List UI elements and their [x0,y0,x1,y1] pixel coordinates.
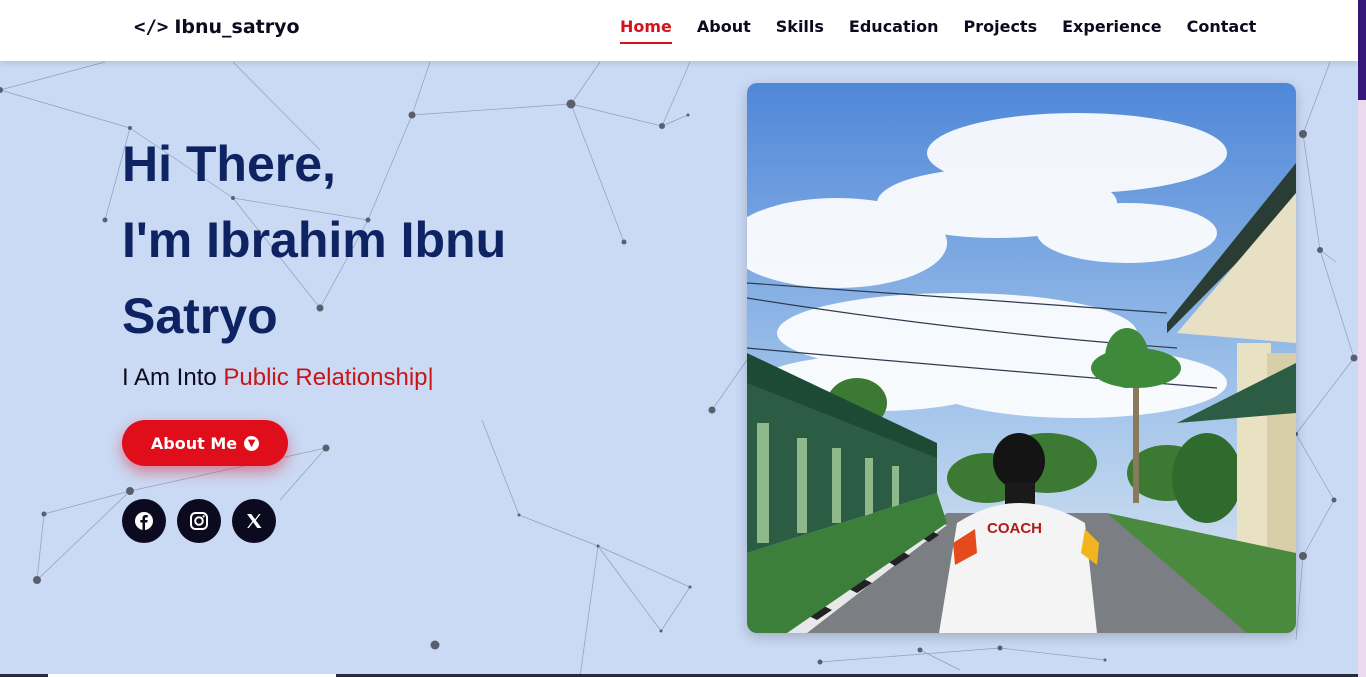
social-links [122,499,276,543]
nav-link-about[interactable]: About [697,17,751,44]
hero-name-line1: I'm Ibrahim Ibnu [122,212,507,268]
brand-name: Ibnu_satryo [174,16,300,38]
profile-photo: COACH [747,83,1296,633]
nav-link-projects[interactable]: Projects [964,17,1038,44]
hero-tagline: I Am Into Public Relationship| [122,364,434,392]
nav-link-education[interactable]: Education [849,17,939,44]
nav-menu: Home About Skills Education Projects Exp… [620,17,1256,44]
nav-link-contact[interactable]: Contact [1187,17,1257,44]
facebook-link[interactable] [122,499,166,543]
facebook-icon [135,512,153,530]
page-scrollbar[interactable] [1358,0,1366,677]
nav-link-home[interactable]: Home [620,17,672,44]
scrollbar-thumb[interactable] [1358,0,1366,100]
hero-greeting: Hi There, [122,136,336,192]
navbar: </> Ibnu_satryo Home About Skills Educat… [0,0,1358,61]
nav-link-experience[interactable]: Experience [1062,17,1162,44]
about-me-button[interactable]: About Me ▼ [122,420,288,466]
hero-heading: Hi There, I'm Ibrahim Ibnu Satryo [122,126,642,354]
typed-role-text: Public Relationship| [223,364,434,391]
x-twitter-icon [247,514,262,528]
arrow-down-circle-icon: ▼ [244,435,260,451]
profile-photo-illustration: COACH [747,83,1296,633]
about-me-label: About Me [150,433,238,453]
nav-link-skills[interactable]: Skills [776,17,824,44]
code-icon: </> [134,16,169,38]
instagram-icon [190,512,208,530]
tagline-prefix: I Am Into [122,364,224,391]
brand-logo-link[interactable]: </> Ibnu_satryo [134,16,300,38]
jacket-text: COACH [987,520,1042,537]
hero-name-line2: Satryo [122,288,278,344]
x-twitter-link[interactable] [232,499,276,543]
instagram-link[interactable] [177,499,221,543]
